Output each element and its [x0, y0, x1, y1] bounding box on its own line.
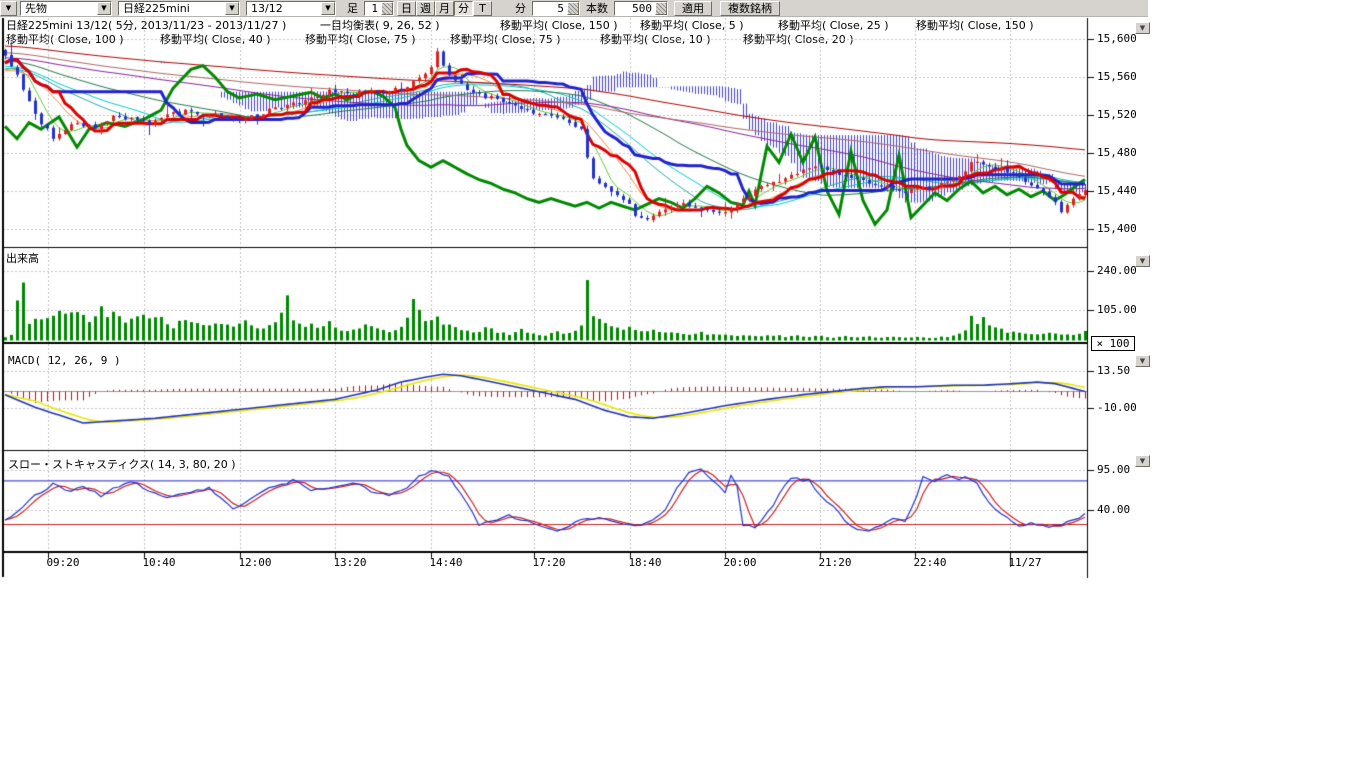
- chart-application-window: ▼ 先物 ▼ 日経225mini ▼ 13/12 ▼ 足 1 日 週 月 分 T…: [0, 0, 1366, 768]
- chevron-down-icon: ▼: [1140, 457, 1145, 465]
- volume-panel-label: 出来高: [6, 250, 39, 266]
- x-axis-tick-label: 18:40: [617, 557, 673, 569]
- x-axis-tick-label: 21:20: [807, 557, 863, 569]
- y-axis-tick-label: 15,400: [1097, 223, 1137, 235]
- macd-panel-label: MACD( 12, 26, 9 ): [8, 354, 121, 367]
- chevron-down-icon: ▼: [1140, 257, 1145, 265]
- price-panel-dropdown-button[interactable]: ▼: [1135, 22, 1150, 34]
- stoch-panel-label: スロー・ストキャスティクス( 14, 3, 80, 20 ): [8, 456, 236, 472]
- y-axis-tick-label: 15,600: [1097, 33, 1137, 45]
- chevron-down-icon: ▼: [1140, 24, 1145, 32]
- y-axis-tick-label: 15,560: [1097, 71, 1137, 83]
- y-axis-tick-label: 15,440: [1097, 185, 1137, 197]
- y-axis-tick-label: 13.50: [1097, 365, 1130, 377]
- volume-multiplier-badge: × 100: [1091, 336, 1135, 351]
- macd-panel-dropdown-button[interactable]: ▼: [1135, 355, 1150, 367]
- volume-panel-dropdown-button[interactable]: ▼: [1135, 255, 1150, 267]
- y-axis-tick-label: 15,480: [1097, 147, 1137, 159]
- x-axis-tick-label: 11/27: [997, 557, 1053, 569]
- x-axis-tick-label: 12:00: [227, 557, 283, 569]
- chart-canvas[interactable]: [0, 0, 1100, 582]
- y-axis-tick-label: 40.00: [1097, 504, 1130, 516]
- x-axis-tick-label: 22:40: [902, 557, 958, 569]
- y-axis-tick-label: 15,520: [1097, 109, 1137, 121]
- chevron-down-icon: ▼: [1140, 357, 1145, 365]
- x-axis-tick-label: 09:20: [35, 557, 91, 569]
- y-axis-tick-label: 95.00: [1097, 464, 1130, 476]
- x-axis-tick-label: 13:20: [322, 557, 378, 569]
- y-axis-tick-label: 240.00: [1097, 265, 1137, 277]
- x-axis-tick-label: 10:40: [131, 557, 187, 569]
- x-axis-tick-label: 17:20: [521, 557, 577, 569]
- y-axis-tick-label: 105.00: [1097, 304, 1137, 316]
- y-axis-tick-label: -10.00: [1097, 402, 1137, 414]
- stoch-panel-dropdown-button[interactable]: ▼: [1135, 455, 1150, 467]
- x-axis-tick-label: 14:40: [418, 557, 474, 569]
- x-axis-tick-label: 20:00: [712, 557, 768, 569]
